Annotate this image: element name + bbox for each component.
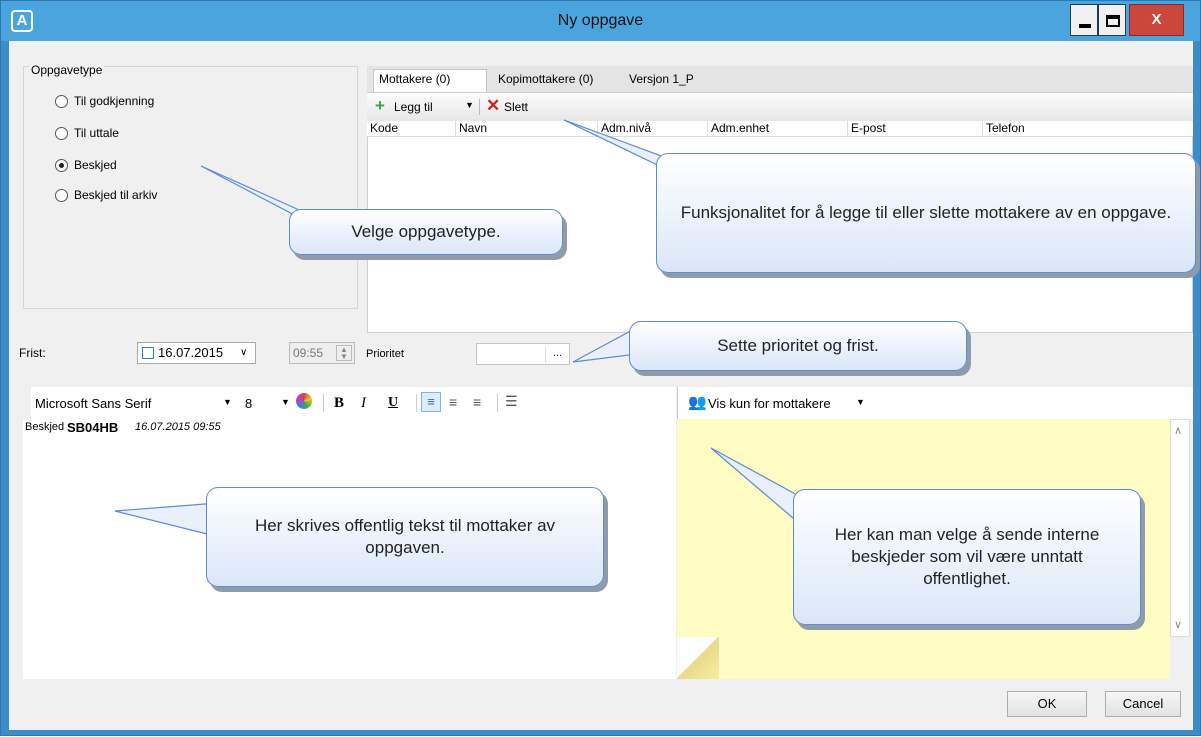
editor-timestamp: 16.07.2015 09:55 <box>135 421 221 433</box>
radio-beskjed[interactable]: Beskjed <box>55 158 117 172</box>
chevron-down-icon[interactable]: ▼ <box>281 397 290 407</box>
chevron-down-icon[interactable]: ▼ <box>856 397 865 407</box>
internal-callout: Her kan man velge å sende interne beskje… <box>793 489 1141 625</box>
italic-button[interactable]: I <box>361 395 366 412</box>
time-spinner-icon[interactable]: ▲ ▼ <box>336 345 352 361</box>
bold-button[interactable]: B <box>334 395 344 412</box>
column-header-telefon[interactable]: Telefon <box>982 121 1193 137</box>
deadline-time-field[interactable]: 09:55 ▲ ▼ <box>289 342 355 364</box>
dialog-window: A Ny oppgave X Oppgavetype Til godkjenni… <box>0 0 1201 736</box>
deadline-date-value: 16.07.2015 <box>158 345 224 360</box>
internal-note-toolbar: 👥 Vis kun for mottakere ▼ <box>677 387 1193 419</box>
color-palette-icon[interactable] <box>296 393 312 409</box>
tab-kopimottakere[interactable]: Kopimottakere (0) <box>498 72 593 86</box>
radio-til-uttale[interactable]: Til uttale <box>55 126 119 140</box>
align-right-icon[interactable]: ≡ <box>473 394 481 410</box>
priority-browse-button[interactable]: ... <box>545 347 569 363</box>
align-center-icon[interactable]: ≡ <box>449 394 457 410</box>
scroll-up-icon[interactable]: ∧ <box>1174 424 1182 437</box>
toolbar-divider <box>497 394 498 412</box>
add-recipient-button[interactable]: Legg til <box>394 100 433 114</box>
title-bar[interactable]: A Ny oppgave X <box>1 1 1200 41</box>
format-toolbar: Microsoft Sans Serif ▼ 8 ▼ B I U ≡ ≡ ≡ ☰ <box>31 387 676 419</box>
column-header-adm-niva[interactable]: Adm.nivå <box>597 121 707 137</box>
cancel-button[interactable]: Cancel <box>1105 691 1181 717</box>
priority-label: Prioritet <box>366 348 404 360</box>
task-type-callout: Velge oppgavetype. <box>289 209 563 255</box>
priority-callout: Sette prioritet og frist. <box>629 321 967 371</box>
recipients-callout: Funksjonalitet for å legge til eller sle… <box>656 153 1196 273</box>
ok-button[interactable]: OK <box>1007 691 1087 717</box>
maximize-icon <box>1106 15 1120 27</box>
editor-user: SB04HB <box>67 420 119 435</box>
chevron-down-icon[interactable]: ∨ <box>240 343 247 363</box>
window-title: Ny oppgave <box>557 12 644 29</box>
font-size-select[interactable]: 8 <box>245 396 252 411</box>
close-button[interactable]: X <box>1129 4 1184 36</box>
radio-selected-icon <box>55 158 68 172</box>
deadline-date-picker[interactable]: 16.07.2015 ∨ <box>137 342 256 364</box>
maximize-button[interactable] <box>1098 4 1126 36</box>
delete-icon: ✕ <box>486 96 501 115</box>
close-icon: X <box>1151 11 1162 28</box>
radio-label: Til godkjenning <box>74 94 155 108</box>
tab-versjon[interactable]: Versjon 1_P <box>629 72 694 86</box>
chevron-down-icon[interactable]: ▼ <box>465 100 474 110</box>
editor-prefix: Beskjed <box>25 421 65 433</box>
users-icon: 👥 <box>688 394 707 411</box>
deadline-label: Frist: <box>19 346 46 360</box>
recipient-toolbar: + Legg til ▼ ✕ Slett <box>367 92 1193 121</box>
radio-icon <box>55 94 68 108</box>
toolbar-divider <box>416 394 417 412</box>
visibility-select[interactable]: Vis kun for mottakere <box>708 396 831 411</box>
radio-label: Beskjed til arkiv <box>74 188 158 202</box>
priority-field[interactable]: ... <box>476 343 570 365</box>
deadline-time-value: 09:55 <box>293 346 324 360</box>
column-header-kode[interactable]: Kode <box>367 121 455 137</box>
recipient-tabs: Mottakere (0) Kopimottakere (0) Versjon … <box>367 66 1193 94</box>
task-type-group-label: Oppgavetype <box>29 63 105 77</box>
radio-icon <box>55 188 68 202</box>
recipient-grid-header: Kode Navn Adm.nivå Adm.enhet E-post Tele… <box>367 121 1193 137</box>
minimize-icon <box>1079 24 1091 28</box>
dialog-body: Oppgavetype Til godkjenning Til uttale B… <box>9 41 1193 730</box>
toolbar-divider <box>323 394 324 412</box>
radio-label: Til uttale <box>74 126 119 140</box>
radio-til-godkjenning[interactable]: Til godkjenning <box>55 94 154 108</box>
column-header-e-post[interactable]: E-post <box>847 121 982 137</box>
toolbar-divider <box>479 99 480 115</box>
tab-mottakere[interactable]: Mottakere (0) <box>379 72 450 86</box>
column-header-navn[interactable]: Navn <box>455 121 597 137</box>
align-left-icon[interactable]: ≡ <box>421 392 441 412</box>
date-checkbox[interactable] <box>142 347 154 359</box>
delete-recipient-button[interactable]: Slett <box>504 100 528 114</box>
public-text-callout: Her skrives offentlig tekst til mottaker… <box>206 487 604 587</box>
underline-button[interactable]: U <box>388 395 398 411</box>
bullet-list-icon[interactable]: ☰ <box>505 393 518 410</box>
radio-label: Beskjed <box>74 158 117 172</box>
radio-icon <box>55 126 68 140</box>
note-scrollbar[interactable]: ∧ ∨ <box>1170 419 1190 637</box>
font-family-select[interactable]: Microsoft Sans Serif <box>35 396 151 411</box>
scroll-down-icon[interactable]: ∨ <box>1174 618 1182 631</box>
chevron-down-icon[interactable]: ▼ <box>223 397 232 407</box>
page-curl-graphic <box>677 637 719 679</box>
plus-icon: + <box>375 96 385 115</box>
radio-beskjed-til-arkiv[interactable]: Beskjed til arkiv <box>55 188 157 202</box>
column-header-adm-enhet[interactable]: Adm.enhet <box>707 121 847 137</box>
minimize-button[interactable] <box>1070 4 1098 36</box>
